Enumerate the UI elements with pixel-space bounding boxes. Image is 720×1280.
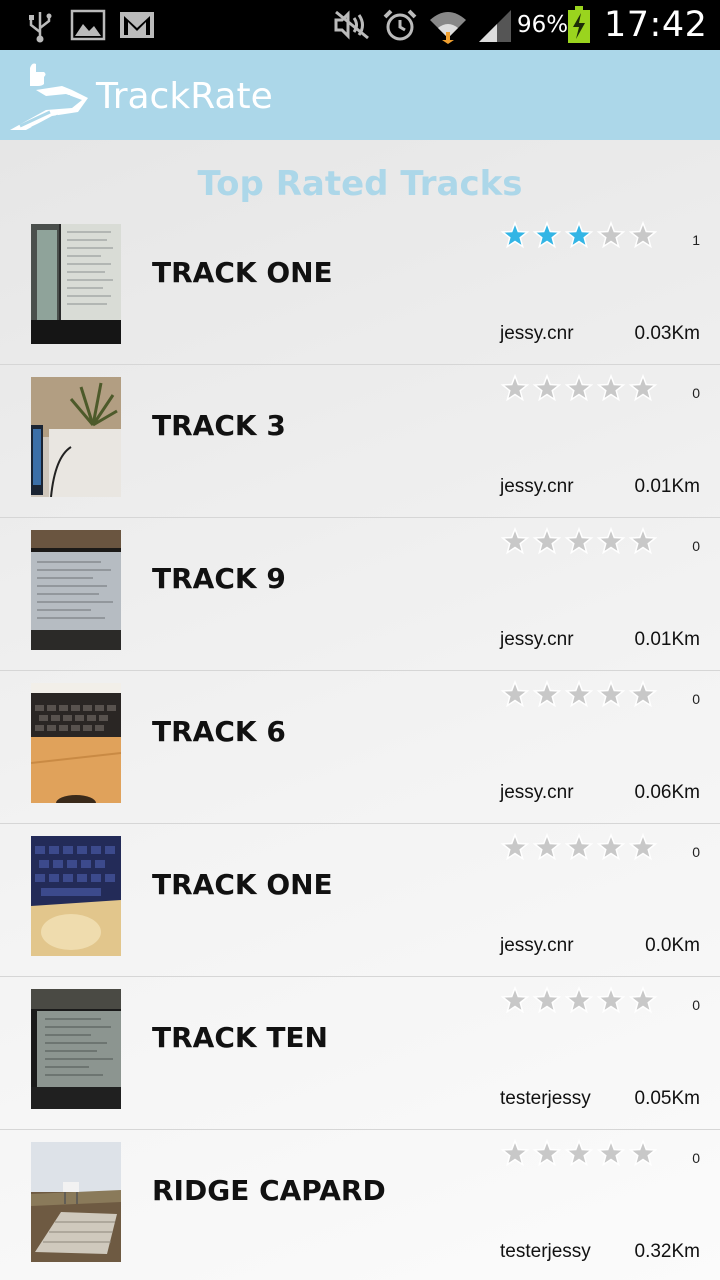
track-thumbnail	[31, 224, 121, 344]
star-empty-icon	[596, 220, 626, 249]
track-name: TRACK ONE	[152, 256, 333, 289]
star-empty-icon	[596, 832, 626, 861]
track-name: TRACK ONE	[152, 868, 333, 901]
star-empty-icon	[628, 220, 658, 249]
track-distance: 0.01Km	[634, 476, 700, 497]
rating-count: 1	[692, 232, 700, 248]
track-list-screen: Top Rated Tracks TRACK ONE 1 jessy.cnr 0…	[0, 140, 720, 1280]
star-empty-icon	[500, 1138, 530, 1167]
track-author: testerjessy	[500, 1088, 591, 1109]
track-row[interactable]: RIDGE CAPARD 0 testerjessy 0.32Km	[0, 1130, 720, 1280]
star-empty-icon	[532, 832, 562, 861]
rating-count: 0	[692, 691, 700, 707]
gmail-icon	[120, 12, 154, 38]
star-empty-icon	[532, 373, 562, 402]
track-thumbnail	[31, 1142, 121, 1262]
track-distance: 0.05Km	[634, 1088, 700, 1109]
track-author: jessy.cnr	[500, 935, 574, 956]
signal-icon	[479, 10, 511, 42]
track-row[interactable]: TRACK 9 0 jessy.cnr 0.01Km	[0, 518, 720, 671]
star-empty-icon	[500, 526, 530, 555]
star-empty-icon	[628, 832, 658, 861]
track-author: jessy.cnr	[500, 629, 574, 650]
track-author: jessy.cnr	[500, 476, 574, 497]
list-title: Top Rated Tracks	[197, 164, 523, 204]
star-empty-icon	[596, 1138, 626, 1167]
battery-charging-icon	[568, 6, 590, 43]
usb-icon	[29, 12, 52, 43]
star-empty-icon	[596, 526, 626, 555]
star-empty-icon	[564, 679, 594, 708]
app-title: TrackRate	[96, 76, 273, 117]
star-empty-icon	[628, 526, 658, 555]
rating-count: 0	[692, 844, 700, 860]
track-name: TRACK 6	[152, 715, 286, 748]
star-empty-icon	[628, 1138, 658, 1167]
rating-count: 0	[692, 538, 700, 554]
track-distance: 0.06Km	[634, 782, 700, 803]
track-thumbnail	[31, 377, 121, 497]
star-empty-icon	[596, 985, 626, 1014]
track-thumbnail	[31, 683, 121, 803]
action-bar: TrackRate	[0, 50, 720, 140]
trackrate-logo-icon[interactable]	[6, 54, 90, 138]
alarm-icon	[383, 9, 417, 41]
track-list[interactable]: TRACK ONE 1 jessy.cnr 0.03Km TRACK 3 0 j…	[0, 212, 720, 1280]
track-thumbnail	[31, 989, 121, 1109]
track-distance: 0.03Km	[634, 323, 700, 344]
star-empty-icon	[500, 985, 530, 1014]
mute-icon	[334, 10, 369, 40]
wifi-icon	[430, 12, 466, 44]
track-row[interactable]: TRACK 3 0 jessy.cnr 0.01Km	[0, 365, 720, 518]
track-thumbnail	[31, 530, 121, 650]
star-empty-icon	[500, 679, 530, 708]
battery-percent: 96%	[517, 12, 569, 38]
track-distance: 0.32Km	[634, 1241, 700, 1262]
track-name: TRACK TEN	[152, 1021, 328, 1054]
track-name: RIDGE CAPARD	[152, 1174, 386, 1207]
clock: 17:42	[604, 5, 708, 45]
track-row[interactable]: TRACK ONE 0 jessy.cnr 0.0Km	[0, 824, 720, 977]
star-empty-icon	[596, 679, 626, 708]
star-empty-icon	[564, 526, 594, 555]
star-empty-icon	[628, 679, 658, 708]
star-empty-icon	[628, 985, 658, 1014]
track-author: jessy.cnr	[500, 782, 574, 803]
star-empty-icon	[564, 373, 594, 402]
star-empty-icon	[532, 985, 562, 1014]
star-empty-icon	[564, 832, 594, 861]
track-thumbnail	[31, 836, 121, 956]
star-filled-icon	[532, 220, 562, 249]
rating-count: 0	[692, 385, 700, 401]
track-distance: 0.01Km	[634, 629, 700, 650]
track-distance: 0.0Km	[645, 935, 700, 956]
status-bar: 96% 17:42	[0, 0, 720, 50]
track-name: TRACK 3	[152, 409, 286, 442]
star-empty-icon	[628, 373, 658, 402]
star-empty-icon	[500, 373, 530, 402]
track-name: TRACK 9	[152, 562, 286, 595]
rating-count: 0	[692, 997, 700, 1013]
track-author: jessy.cnr	[500, 323, 574, 344]
track-row[interactable]: TRACK ONE 1 jessy.cnr 0.03Km	[0, 212, 720, 365]
picture-icon	[70, 9, 106, 41]
track-row[interactable]: TRACK 6 0 jessy.cnr 0.06Km	[0, 671, 720, 824]
star-empty-icon	[532, 679, 562, 708]
star-empty-icon	[596, 373, 626, 402]
star-filled-icon	[564, 220, 594, 249]
star-empty-icon	[564, 1138, 594, 1167]
track-author: testerjessy	[500, 1241, 591, 1262]
rating-count: 0	[692, 1150, 700, 1166]
star-filled-icon	[500, 220, 530, 249]
star-empty-icon	[564, 985, 594, 1014]
star-empty-icon	[500, 832, 530, 861]
star-empty-icon	[532, 1138, 562, 1167]
star-empty-icon	[532, 526, 562, 555]
track-row[interactable]: TRACK TEN 0 testerjessy 0.05Km	[0, 977, 720, 1130]
